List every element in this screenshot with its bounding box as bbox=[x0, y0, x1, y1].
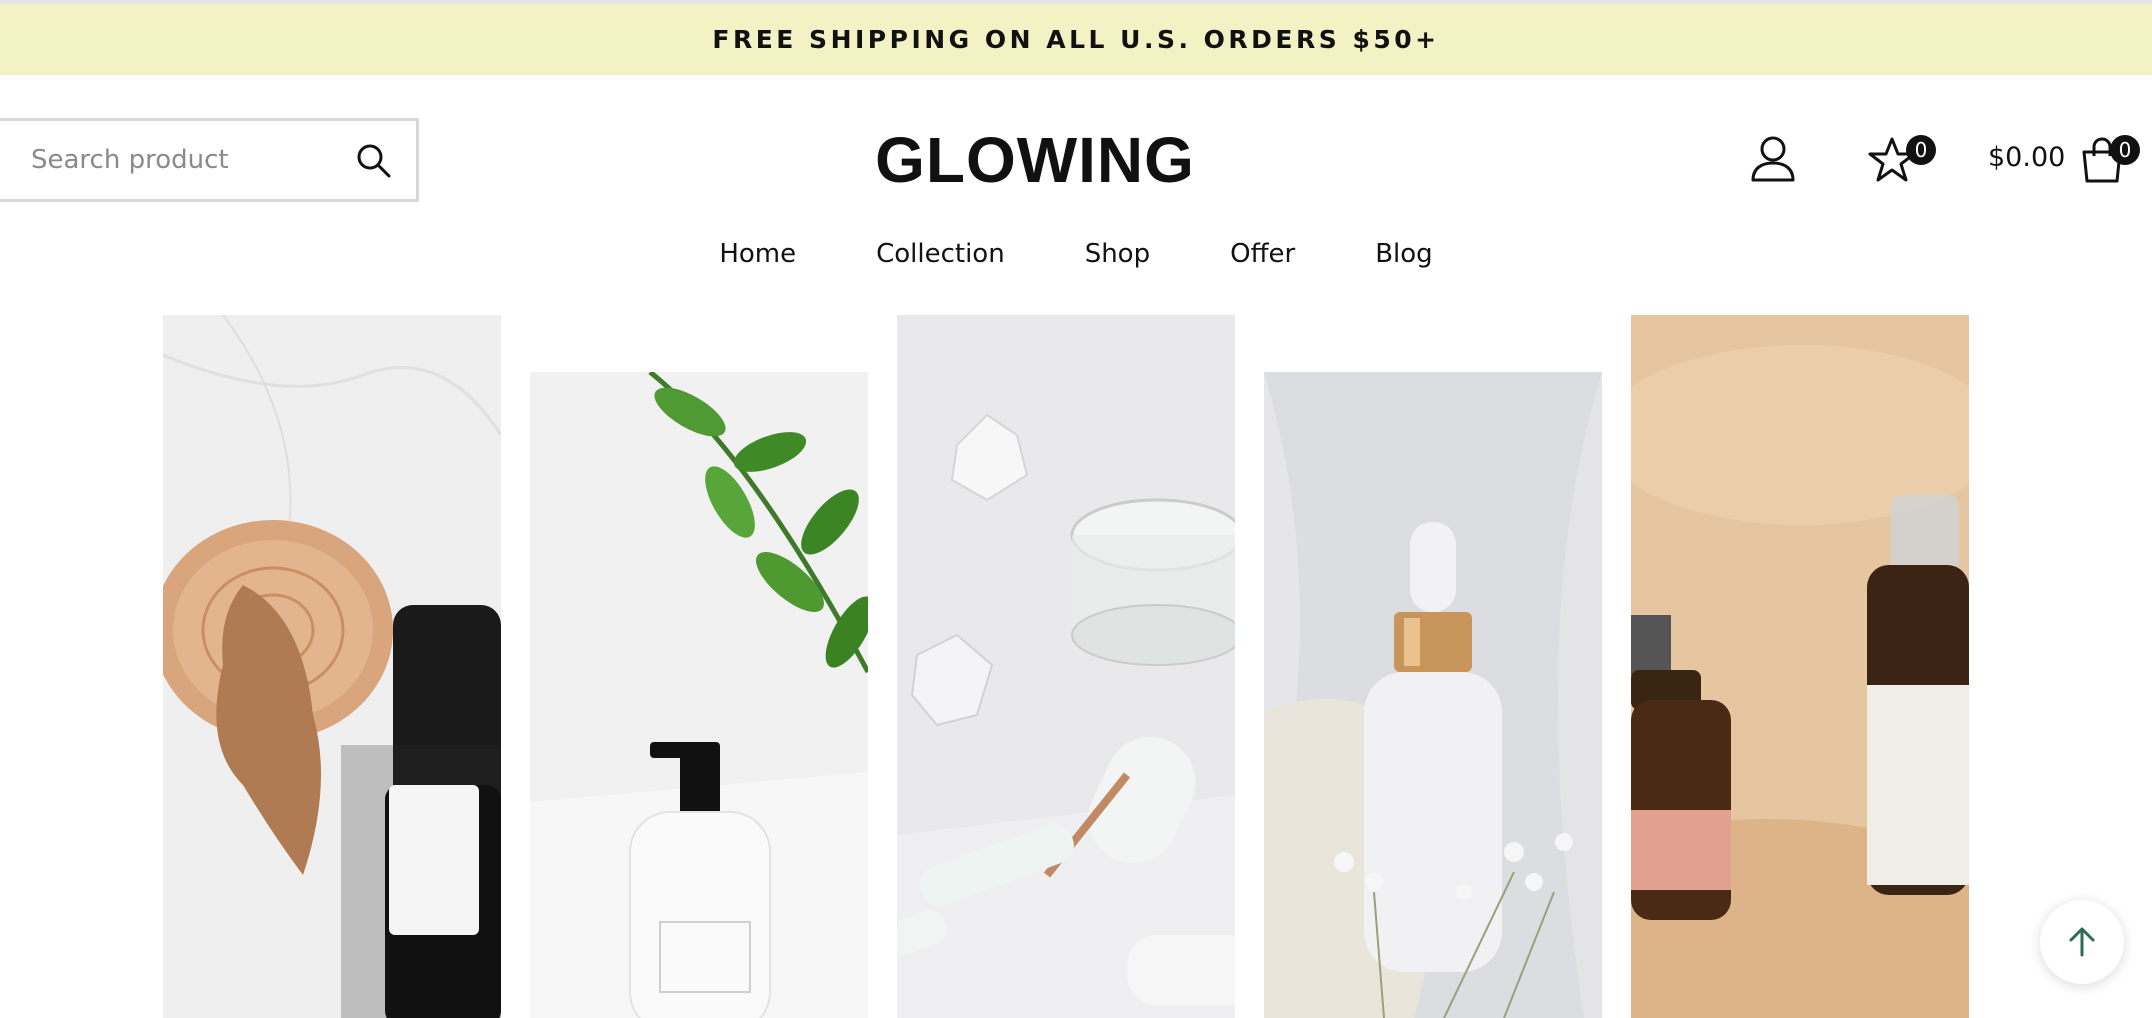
announcement-text: FREE SHIPPING ON ALL U.S. ORDERS $50+ bbox=[712, 25, 1440, 54]
brand-logo[interactable]: GLOWING bbox=[870, 118, 1200, 202]
hero-image-sun-oil-bottles[interactable] bbox=[1631, 315, 1969, 1018]
hero-image-face-roller-jar[interactable] bbox=[897, 315, 1235, 1018]
search-button[interactable] bbox=[354, 141, 394, 181]
wishlist-count-badge: 0 bbox=[1906, 135, 1936, 165]
nav-item-home[interactable]: Home bbox=[719, 232, 796, 276]
hero-image-wood-leaf-bottle[interactable] bbox=[163, 315, 501, 1018]
search-box bbox=[0, 118, 419, 202]
nav-item-blog[interactable]: Blog bbox=[1375, 232, 1432, 276]
arrow-up-icon bbox=[2069, 927, 2095, 957]
scroll-to-top-button[interactable] bbox=[2040, 900, 2124, 984]
cart-total[interactable]: $0.00 bbox=[1988, 142, 2065, 173]
account-button[interactable] bbox=[1750, 135, 1796, 183]
nav-item-collection[interactable]: Collection bbox=[876, 232, 1005, 276]
search-input[interactable] bbox=[31, 145, 331, 175]
user-icon bbox=[1751, 136, 1795, 182]
hero-image-pump-bottle-leaves[interactable] bbox=[530, 372, 868, 1018]
nav-item-offer[interactable]: Offer bbox=[1230, 232, 1295, 276]
search-icon bbox=[357, 144, 391, 178]
announcement-bar: FREE SHIPPING ON ALL U.S. ORDERS $50+ bbox=[0, 4, 2152, 75]
hero-image-dropper-bottle-fabric[interactable] bbox=[1264, 372, 1602, 1018]
main-nav: Home Collection Shop Offer Blog bbox=[0, 232, 2152, 276]
cart-count-badge: 0 bbox=[2110, 135, 2140, 165]
nav-item-shop[interactable]: Shop bbox=[1085, 232, 1150, 276]
